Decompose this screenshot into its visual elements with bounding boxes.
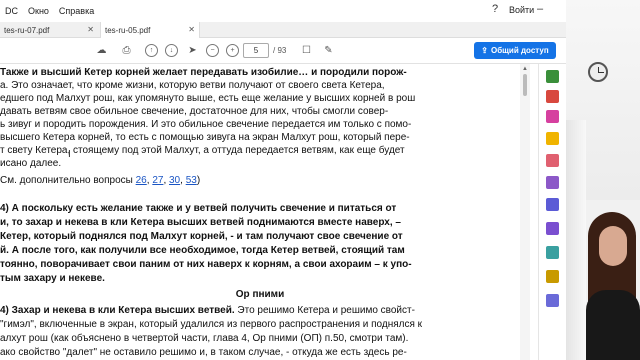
combine-files-icon[interactable]	[546, 154, 559, 167]
help-icon[interactable]: ?	[492, 3, 498, 15]
question-link-27[interactable]: 27	[152, 175, 163, 186]
op-line-bold: 4) Захар и некева в кли Кетера высших ве…	[0, 305, 235, 316]
presenter-face	[599, 226, 627, 266]
op-line-text: Это решимо Кетера и решимо свойст-	[234, 305, 415, 316]
print-icon[interactable]: ⎙	[120, 44, 133, 57]
minimize-icon[interactable]: –	[537, 3, 543, 15]
op-line: алхут рош (как объяснено в четвертой час…	[0, 332, 520, 345]
share-button[interactable]: ⇪ Общий доступ	[474, 42, 556, 59]
see-also-line: См. дополнительно вопросы 26, 27, 30, 53…	[0, 175, 201, 186]
tab-tes-ru-05[interactable]: tes-ru-05.pdf ✕	[100, 22, 200, 38]
answer-line: и, то захар и некева в кли Кетера высших…	[0, 217, 401, 228]
toolbar: ☁ ⎙ ↑ ↓ ➤ − + 5 / 93 ☐ ✎ ⇪ Общий доступ	[0, 38, 566, 64]
text-line: давать ветвям свое обильное свечение, до…	[0, 106, 389, 117]
protect-icon[interactable]	[546, 222, 559, 235]
tab-bar: tes-ru-07.pdf ✕ tes-ru-05.pdf ✕	[0, 22, 566, 38]
zoom-out-icon[interactable]: −	[206, 44, 219, 57]
page-total: / 93	[273, 46, 287, 55]
answer-line: й. А после того, как получили все необхо…	[0, 245, 405, 256]
text-line: а. Это означает, что кроме жизни, котору…	[0, 80, 385, 91]
share-icon: ⇪	[481, 46, 488, 55]
see-also-suffix: )	[196, 175, 201, 186]
tab-label: tes-ru-05.pdf	[105, 25, 151, 35]
answer-line: 4) А поскольку есть желание также и у ве…	[0, 203, 397, 214]
close-icon[interactable]: ✕	[87, 25, 94, 34]
op-line-text: алхут рош (как объяснено в четвертой час…	[0, 333, 409, 344]
menu-app[interactable]: DC	[0, 6, 23, 16]
wall-clock-icon	[588, 62, 608, 82]
webcam-video	[566, 0, 640, 360]
zoom-in-icon[interactable]: +	[226, 44, 239, 57]
menu-help[interactable]: Справка	[54, 6, 99, 16]
redact-icon[interactable]	[546, 198, 559, 211]
see-also-prefix: См. дополнительно вопросы	[0, 175, 136, 186]
share-label: Общий доступ	[491, 46, 549, 55]
op-line: 4) Захар и некева в кли Кетера высших ве…	[0, 304, 520, 317]
text-line: исано далее.	[0, 158, 62, 169]
question-link-30[interactable]: 30	[169, 175, 180, 186]
next-page-icon[interactable]: ↓	[165, 44, 178, 57]
sign-in-link[interactable]: Войти	[509, 5, 534, 15]
more-tools-icon[interactable]	[546, 294, 559, 307]
vertical-scrollbar[interactable]: ▲	[520, 64, 530, 360]
export-pdf-icon[interactable]	[546, 70, 559, 83]
op-line: "гимэл", включенные в экран, который уда…	[0, 318, 520, 331]
comment-icon[interactable]: ☐	[300, 44, 313, 57]
page-number-input[interactable]: 5	[243, 43, 269, 58]
tab-tes-ru-07[interactable]: tes-ru-07.pdf ✕	[0, 22, 98, 38]
scroll-up-icon[interactable]: ▲	[522, 66, 528, 72]
previous-page-icon[interactable]: ↑	[145, 44, 158, 57]
question-link-53[interactable]: 53	[186, 175, 197, 186]
answer-line: тоянно, поворачивает свои паним от них н…	[0, 259, 412, 270]
text-cursor-icon: I	[68, 149, 71, 160]
pen-icon[interactable]: ✎	[322, 44, 335, 57]
menu-bar: DC Окно Справка Войти ? –	[0, 0, 566, 22]
curtain	[566, 120, 586, 360]
cloud-icon[interactable]: ☁	[95, 44, 108, 57]
document-page: Также и высший Кетер корней желает перед…	[0, 64, 520, 360]
fill-sign-icon[interactable]	[546, 270, 559, 283]
text-line: т свету Кетера, стоящему под этой Малхут…	[0, 145, 405, 156]
tools-rail	[538, 64, 566, 360]
scrollbar-thumb[interactable]	[523, 74, 527, 96]
text-line: Также и высший Кетер корней желает перед…	[0, 67, 407, 78]
arrow-cursor-icon[interactable]: ➤	[186, 44, 199, 57]
menu-window[interactable]: Окно	[23, 6, 54, 16]
op-line-text: ако свойство "далет" не оставило решимо …	[0, 347, 407, 358]
op-line: ако свойство "далет" не оставило решимо …	[0, 346, 520, 359]
close-icon[interactable]: ✕	[188, 25, 195, 34]
create-pdf-icon[interactable]	[546, 90, 559, 103]
text-line: высшего Кетера корней, то есть с помощью…	[0, 132, 410, 143]
compress-pdf-icon[interactable]	[546, 246, 559, 259]
presenter-shirt	[586, 290, 640, 360]
answer-line: тым захару и некеве.	[0, 273, 105, 284]
tab-label: tes-ru-07.pdf	[4, 25, 50, 35]
organize-pages-icon[interactable]	[546, 176, 559, 189]
comment-tool-icon[interactable]	[546, 132, 559, 145]
section-title: Ор пними	[235, 289, 285, 300]
question-link-26[interactable]: 26	[136, 175, 147, 186]
answer-line: Кетер, который поднялся под Малхут корне…	[0, 231, 403, 242]
op-line-text: "гимэл", включенные в экран, который уда…	[0, 319, 423, 330]
text-line: ь зивуг и породить порождения. И это оби…	[0, 119, 412, 130]
text-line: едшего под Малхут рош, как упомянуто выш…	[0, 93, 416, 104]
edit-pdf-icon[interactable]	[546, 110, 559, 123]
